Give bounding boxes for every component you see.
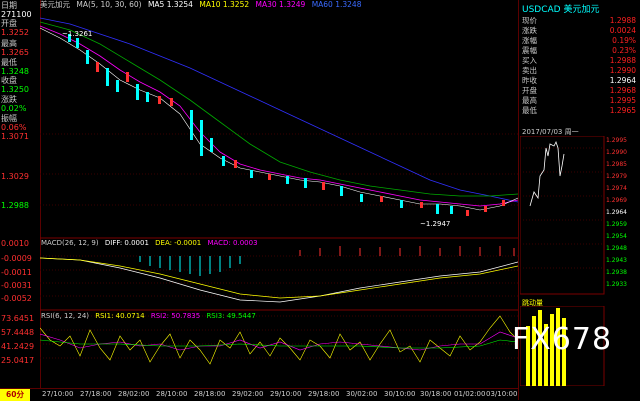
close-label: 收盘 [1,76,17,85]
mini-axis-label: 1.2990 [606,149,627,156]
time-tick: 28/10:00 [156,390,188,398]
mini-axis-label: 1.2969 [606,197,627,204]
mini-axis-label: 1.2954 [606,233,627,240]
mini-axis-label: 1.2995 [606,137,627,144]
macd-histogram [139,246,515,276]
mini-axis-label: 1.2974 [606,185,627,192]
main-chart[interactable]: ~1.3261 ~1.2947 MACD(26, 12, 9) DIFF: 0.… [40,10,518,388]
mini-axis-label: 1.2933 [606,281,627,288]
macd-dea: DEA: -0.0001 [155,239,201,247]
amplitude-label: 振幅 [1,114,17,123]
ma60-value: MA60 1.3248 [311,0,362,9]
change-value: 0.02% [1,104,27,113]
low-marker: ~1.2947 [420,220,450,228]
ma-legend: 美元加元 MA(5, 10, 30, 60) MA5 1.3254 MA10 1… [40,0,518,10]
date-label: 日期 [1,1,17,10]
mini-axis-label: 1.2943 [606,257,627,264]
time-tick: 28/02:00 [118,390,150,398]
macd-axis-label: 0.0010 [1,239,29,248]
quote-row: 涨跌 0.0024 [522,26,636,35]
high-marker: ~1.3261 [62,30,92,38]
quote-row: 买入 1.2988 [522,56,636,65]
time-tick: 29/18:00 [308,390,340,398]
quote-row: 涨幅 0.19% [522,36,636,45]
macd-title: MACD(26, 12, 9) [41,239,99,247]
symbol-label: 美元加元 [40,0,70,9]
mini-axis-label: 1.2964 [606,209,627,216]
quote-row: 现价 1.2988 [522,16,636,25]
rsi-axis-label: 57.4448 [1,328,35,337]
rsi-title: RSI(6, 12, 24) [41,312,89,320]
low-label: 最低 [1,58,17,67]
mini-axis-label: 1.2938 [606,269,627,276]
quote-row: 震幅 0.23% [522,46,636,55]
open-value: 1.3252 [1,28,29,37]
rsi2-line [40,331,518,351]
svg-text:MACD(26, 12, 9) DIFF: 0.00: MACD(26, 12, 9) DIFF: 0.0001 DEA: -0.000… [41,239,258,247]
time-tick: 30/18:00 [420,390,452,398]
quote-title: USDCAD 美元加元 [522,5,600,15]
rsi1-value: RSI1: 40.0714 [95,312,145,320]
quote-row: 开盘 1.2968 [522,86,636,95]
rsi-axis-label: 73.6451 [1,314,35,323]
mini-axis-label: 1.2959 [606,221,627,228]
time-tick: 01/02:00 [454,390,486,398]
ma-title: MA(5, 10, 30, 60) [76,0,142,9]
macd-axis-label: -0.0031 [1,281,32,290]
time-tick: 03/10:00 [486,390,518,398]
quote-row: 最高 1.2995 [522,96,636,105]
candlesticks [68,34,505,216]
mini-axis-label: 1.2948 [606,245,627,252]
price-axis-label: 1.3029 [1,172,29,181]
ma30-line [40,21,518,197]
time-tick: 29/10:00 [270,390,302,398]
time-axis: 60分 27/10:00 27/18:00 28/02:00 28/10:00 … [0,388,518,401]
rsi2-value: RSI2: 50.7835 [151,312,200,320]
rsi3-value: RSI3: 49.5447 [206,312,255,320]
quote-row: 昨收 1.2964 [522,76,636,85]
rsi1-line [40,315,518,365]
ma5-value: MA5 1.3254 [147,0,193,9]
ma30-value: MA30 1.3249 [255,0,306,9]
time-tick: 28/18:00 [194,390,226,398]
ma10-line [40,25,518,207]
high-label: 最高 [1,39,17,48]
high-value: 1.3265 [1,48,29,57]
time-tick: 30/10:00 [384,390,416,398]
macd-axis-label: -0.0011 [1,268,32,277]
rsi3-line [40,339,518,349]
period-button[interactable]: 60分 [0,389,30,401]
time-tick: 29/02:00 [232,390,264,398]
intraday-minichart[interactable]: 1.2995 1.2990 1.2985 1.2979 1.2974 1.296… [520,136,640,296]
time-tick: 27/18:00 [80,390,112,398]
mini-axis-label: 1.2985 [606,161,627,168]
amplitude-value: 0.06% [1,123,27,132]
fx678-logo: FX678 [512,322,613,357]
ma60-line [40,17,518,203]
macd-dea-line [40,257,518,299]
rsi-axis-label: 25.0417 [1,356,35,365]
macd-axis-label: -0.0009 [1,254,32,263]
open-label: 开盘 [1,19,17,28]
price-axis-label: 1.2988 [1,201,29,210]
date-value: 271100 [1,10,32,19]
quote-row: 最低 1.2965 [522,106,636,115]
change-label: 涨跌 [1,95,17,104]
close-value: 1.3250 [1,85,29,94]
time-tick: 27/10:00 [42,390,74,398]
low-value: 1.3248 [1,67,29,76]
price-axis-label: 1.3071 [1,132,29,141]
ma5-line [40,27,518,211]
time-tick: 30/02:00 [346,390,378,398]
mini-axis-label: 1.2979 [606,173,627,180]
rsi-axis-label: 41.2429 [1,342,35,351]
macd-value: MACD: 0.0003 [207,239,257,247]
ma10-value: MA10 1.3252 [199,0,250,9]
quote-row: 卖出 1.2990 [522,66,636,75]
macd-diff: DIFF: 0.0001 [105,239,149,247]
left-info-panel: 日期 271100 开盘 1.3252 最高 1.3265 最低 1.3248 … [0,0,41,388]
macd-axis-label: -0.0052 [1,294,32,303]
